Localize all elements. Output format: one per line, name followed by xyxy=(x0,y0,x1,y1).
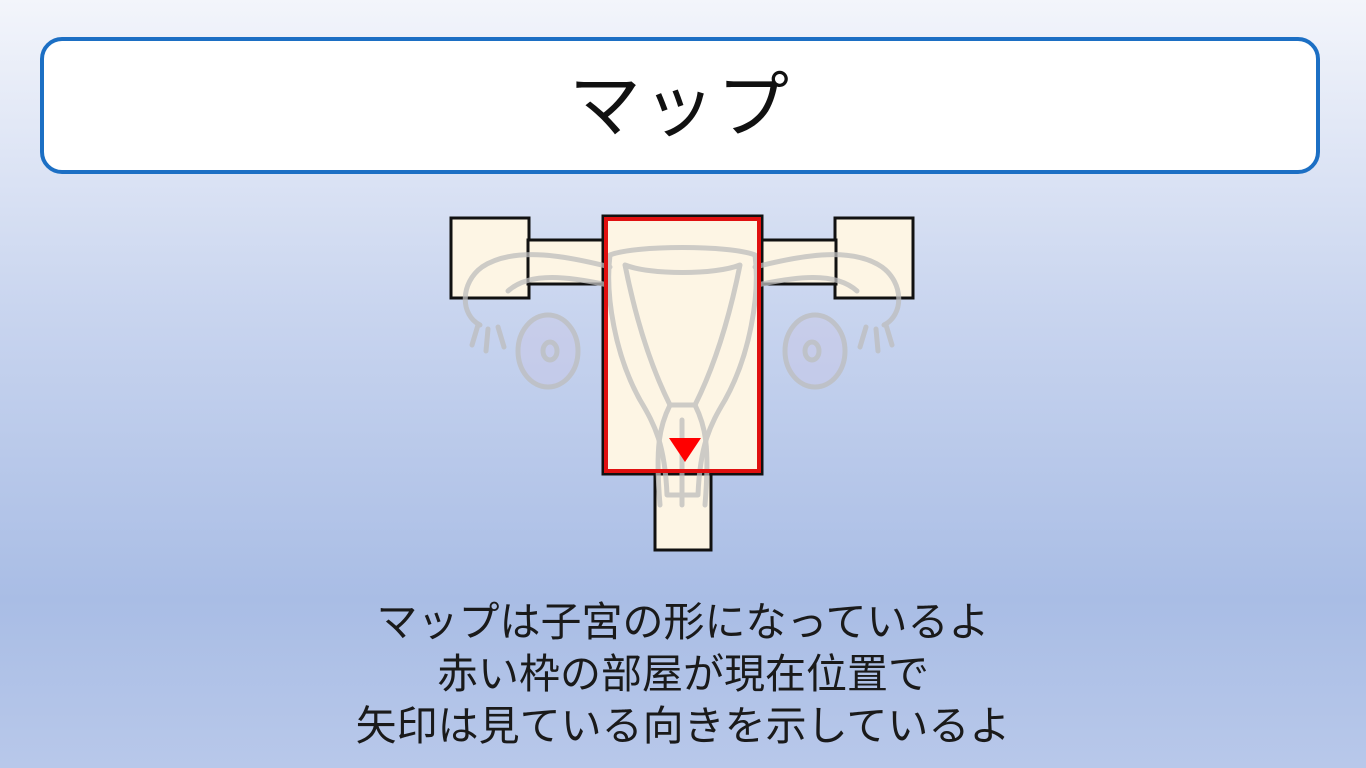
caption-line-1: マップは子宮の形になっているよ xyxy=(376,598,990,646)
dungeon-map xyxy=(420,205,940,565)
caption-line-2: 赤い枠の部屋が現在位置で xyxy=(437,650,929,698)
page-title: マップ xyxy=(568,63,791,148)
title-panel: マップ xyxy=(40,37,1320,174)
map-svg xyxy=(449,214,915,552)
caption: マップは子宮の形になっているよ 赤い枠の部屋が現在位置で 矢印は見ている向きを示… xyxy=(0,596,1366,752)
caption-line-3: 矢印は見ている向きを示しているよ xyxy=(355,702,1011,750)
